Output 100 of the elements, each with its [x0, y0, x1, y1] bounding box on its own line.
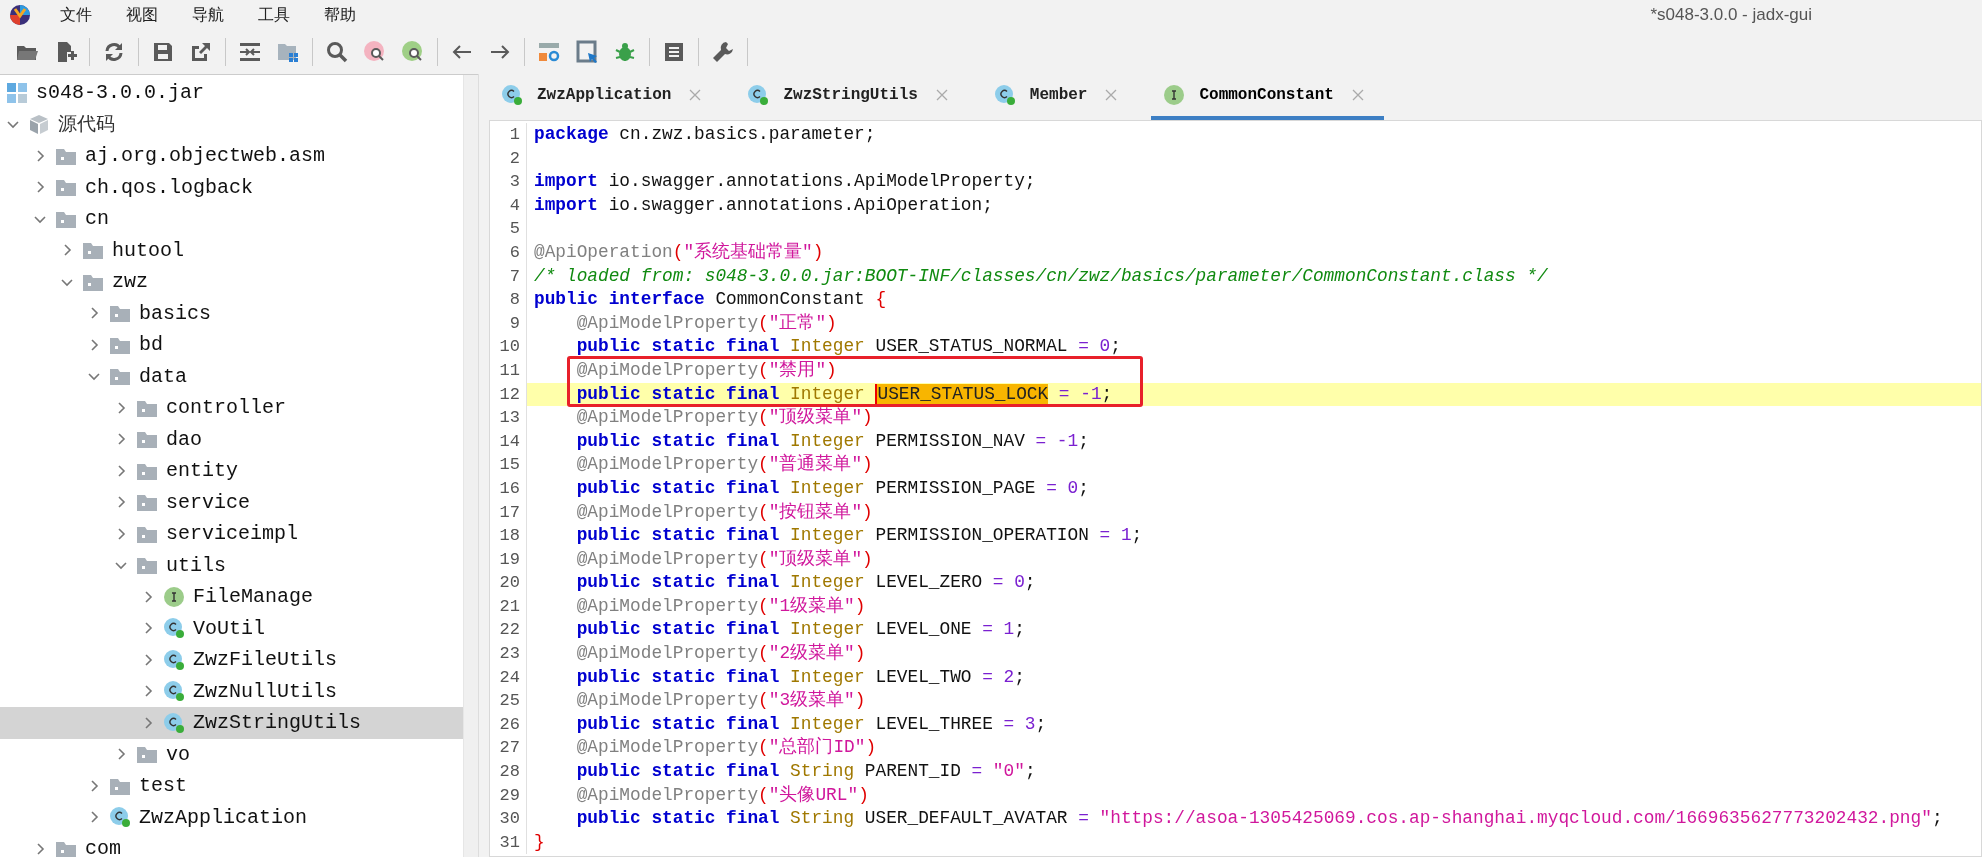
menu-item[interactable]: 导航: [180, 2, 236, 28]
bug-icon[interactable]: [613, 40, 637, 64]
line-number: 15: [490, 453, 527, 477]
code-line: public static final Integer USER_STATUS_LOCK = -1;: [575, 383, 1113, 404]
tree-item[interactable]: ZwzFileUtils: [0, 644, 463, 676]
editor-tab[interactable]: Member: [981, 74, 1138, 120]
code-line: public static final Integer PERMISSION_OPERATION = 1;: [575, 525, 1143, 546]
code-line: @ApiModelProperty("禁用"): [575, 359, 837, 380]
code-line: @ApiModelProperty("顶级菜单"): [575, 407, 873, 428]
code-line: @ApiOperation("系统基础常量"): [534, 241, 824, 262]
tree-item[interactable]: ZwzNullUtils: [0, 675, 463, 707]
line-number: 14: [490, 429, 527, 454]
tree-item[interactable]: utils: [0, 549, 463, 581]
folder-icon: [82, 240, 104, 261]
menu-item[interactable]: 帮助: [312, 2, 368, 28]
line-number: 10: [490, 335, 527, 359]
tree-item[interactable]: dao: [0, 423, 463, 455]
line-number: 21: [490, 594, 527, 619]
editor-tab[interactable]: ZwzStringUtils: [735, 74, 968, 120]
menu-item[interactable]: 文件: [48, 2, 104, 28]
tree-item[interactable]: controller: [0, 392, 463, 424]
tree-item[interactable]: com: [0, 833, 463, 857]
line-number: 22: [490, 618, 527, 643]
code-line: @ApiModelProperty("3级菜单"): [575, 690, 866, 711]
search-icon[interactable]: [325, 40, 349, 64]
editor-tab[interactable]: ZwzApplication: [489, 74, 722, 120]
folder-icon: [136, 555, 158, 576]
line-number: 20: [490, 571, 527, 595]
menu-item[interactable]: 视图: [114, 2, 170, 28]
wrench-icon[interactable]: [711, 40, 735, 64]
save-icon[interactable]: [151, 40, 175, 64]
code-line: public static final Integer LEVEL_ONE = 1;: [575, 619, 1025, 640]
tree-item[interactable]: ZwzStringUtils: [0, 707, 463, 739]
tree-item[interactable]: ZwzApplication: [0, 801, 463, 833]
code-line: public interface CommonConstant {: [534, 289, 887, 310]
code-line: import io.swagger.annotations.ApiOperation;: [534, 194, 993, 215]
code-line: public static final Integer LEVEL_ZERO = 0;: [575, 572, 1036, 593]
wrap-icon[interactable]: [238, 40, 262, 64]
logo-icon: [8, 3, 32, 27]
folder-icon: [55, 177, 77, 198]
menu-item[interactable]: 工具: [246, 2, 302, 28]
code-line: public static final Integer PERMISSION_NAV = -1;: [575, 430, 1089, 451]
class-icon: [501, 84, 523, 106]
code-line: public static final Integer USER_STATUS_NORMAL = 0;: [575, 336, 1121, 357]
line-number: 19: [490, 547, 527, 572]
line-number: 1: [490, 123, 527, 147]
tree-item[interactable]: aj.org.objectweb.asm: [0, 140, 463, 172]
tree-item[interactable]: FileManage: [0, 581, 463, 613]
line-number: 30: [490, 807, 527, 831]
tree-item[interactable]: ch.qos.logback: [0, 171, 463, 203]
code-line: @ApiModelProperty("按钮菜单"): [575, 501, 873, 522]
line-number: 28: [490, 760, 527, 784]
class-icon: [163, 617, 185, 640]
line-number: 3: [490, 170, 527, 194]
tree-item[interactable]: service: [0, 486, 463, 518]
tree-item[interactable]: basics: [0, 297, 463, 329]
search-circle-icon[interactable]: [363, 40, 387, 64]
folder-icon: [136, 492, 158, 513]
line-number: 16: [490, 476, 527, 501]
line-number: 5: [490, 217, 527, 241]
line-number: 26: [490, 712, 527, 737]
tree-item[interactable]: test: [0, 770, 463, 802]
line-number: 2: [490, 146, 527, 171]
tree-item[interactable]: s048-3.0.0.jar: [0, 77, 463, 109]
tree-item[interactable]: zwz: [0, 266, 463, 298]
tree-item[interactable]: data: [0, 360, 463, 392]
class-icon: [993, 84, 1016, 106]
tree-item[interactable]: hutool: [0, 234, 463, 266]
package-icon: [28, 113, 50, 136]
tree-item[interactable]: serviceimpl: [0, 518, 463, 550]
code-line: public static final Integer LEVEL_THREE = 3;: [575, 713, 1047, 734]
tree-item[interactable]: 源代码: [0, 108, 463, 140]
search-circle-icon[interactable]: [401, 40, 425, 64]
tree-item[interactable]: vo: [0, 738, 463, 770]
tree-item[interactable]: cn: [0, 203, 463, 235]
code-line: import io.swagger.annotations.ApiModelProperty;: [534, 171, 1036, 192]
line-number: 18: [490, 524, 527, 548]
tree-item[interactable]: bd: [0, 329, 463, 361]
code-line: public static final Integer PERMISSION_PAGE = 0;: [575, 477, 1089, 498]
tree-item[interactable]: VoUtil: [0, 612, 463, 644]
code-line: @ApiModelProperty("顶级菜单"): [575, 548, 873, 569]
tree-item[interactable]: entity: [0, 455, 463, 487]
line-number: 6: [490, 240, 527, 265]
code-line: @ApiModelProperty("总部门ID"): [575, 737, 877, 758]
line-number: 7: [490, 264, 527, 289]
line-number: 31: [490, 830, 527, 855]
class-icon: [163, 711, 185, 734]
list-icon[interactable]: [662, 40, 686, 64]
code-line: @ApiModelProperty("1级菜单"): [575, 595, 866, 616]
interface-icon: [163, 585, 185, 608]
code-line: /* loaded from: s048-3.0.0.jar:BOOT-INF/classes/cn/zwz/basics/parameter/CommonConstant.class */: [534, 265, 1548, 286]
export-icon[interactable]: [189, 40, 213, 64]
class-icon: [747, 84, 770, 106]
select-box-icon[interactable]: [575, 40, 599, 64]
code-line: public static final String USER_DEFAULT_AVATAR = "https://asoa-1305425069.cos.ap-shanghai.myqcloud.com/1669635627773202432.png";: [575, 808, 1943, 829]
scrollbar-track[interactable]: [463, 75, 478, 857]
jar-icon: [6, 81, 28, 104]
line-number: 9: [490, 311, 527, 336]
code-line: @ApiModelProperty("2级菜单"): [575, 643, 866, 664]
folder-icon: [136, 744, 158, 765]
